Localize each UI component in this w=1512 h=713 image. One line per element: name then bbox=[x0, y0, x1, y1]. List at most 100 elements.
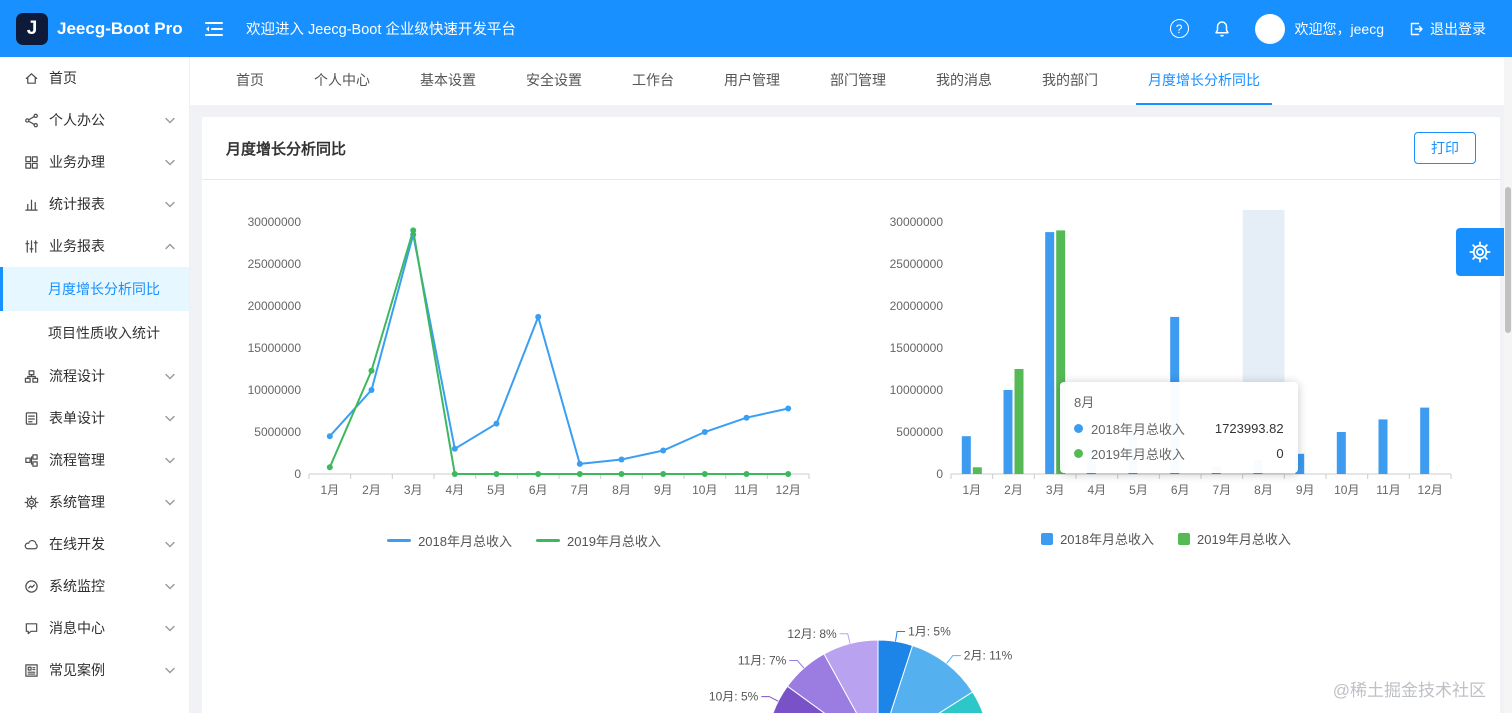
svg-text:5月: 5月 bbox=[487, 483, 506, 497]
sidebar-item-11[interactable]: 消息中心 bbox=[0, 607, 189, 649]
series-dot-icon bbox=[1074, 424, 1083, 433]
line-chart-legend: 2018年月总收入 2019年月总收入 bbox=[214, 529, 834, 550]
sidebar-item-4[interactable]: 业务报表 bbox=[0, 225, 189, 267]
sidebar-item-label: 系统监控 bbox=[49, 578, 105, 594]
legend-item[interactable]: 2018年月总收入 bbox=[387, 531, 512, 550]
tab-label: 安全设置 bbox=[526, 72, 582, 88]
sidebar-item-10[interactable]: 系统监控 bbox=[0, 565, 189, 607]
sidebar-item-label: 表单设计 bbox=[49, 410, 105, 426]
sidebar-item-3[interactable]: 统计报表 bbox=[0, 183, 189, 225]
svg-text:5000000: 5000000 bbox=[254, 425, 301, 439]
tab-6[interactable]: 部门管理 bbox=[818, 57, 898, 105]
svg-text:11月: 11月 bbox=[734, 483, 758, 497]
legend-label: 2018年月总收入 bbox=[418, 534, 512, 549]
scrollbar-thumb[interactable] bbox=[1505, 187, 1511, 333]
svg-text:30000000: 30000000 bbox=[890, 215, 944, 229]
message-icon bbox=[24, 621, 39, 636]
tooltip-series-name: 2018年月总收入 bbox=[1091, 422, 1185, 437]
sidebar-item-9[interactable]: 在线开发 bbox=[0, 523, 189, 565]
sidebar-item-7[interactable]: 流程管理 bbox=[0, 439, 189, 481]
svg-text:12月: 12月 bbox=[1418, 483, 1443, 497]
line-chart[interactable]: 0 5000000 10000000 15000000 20000000 25000000… bbox=[214, 204, 834, 550]
home-icon bbox=[24, 71, 39, 86]
svg-text:10月: 5%: 10月: 5% bbox=[709, 690, 759, 704]
sidebar-item-8[interactable]: 系统管理 bbox=[0, 481, 189, 523]
tooltip-value: 1723993.82 bbox=[1214, 421, 1284, 436]
tab-2[interactable]: 基本设置 bbox=[408, 57, 488, 105]
sidebar-subitem-4-1[interactable]: 项目性质收入统计 bbox=[0, 311, 189, 355]
tab-4[interactable]: 工作台 bbox=[620, 57, 686, 105]
tab-7[interactable]: 我的消息 bbox=[924, 57, 1004, 105]
svg-text:0: 0 bbox=[294, 467, 301, 481]
tab-3[interactable]: 安全设置 bbox=[514, 57, 594, 105]
svg-text:10000000: 10000000 bbox=[890, 383, 944, 397]
sidebar-item-5[interactable]: 流程设计 bbox=[0, 355, 189, 397]
svg-text:0: 0 bbox=[936, 467, 943, 481]
svg-text:6月: 6月 bbox=[529, 483, 548, 497]
legend-label: 2019年月总收入 bbox=[1197, 532, 1291, 547]
bar-chart-icon bbox=[24, 197, 39, 212]
sidebar-item-0[interactable]: 首页 bbox=[0, 57, 189, 99]
svg-text:2月: 2月 bbox=[362, 483, 381, 497]
sidebar-item-6[interactable]: 表单设计 bbox=[0, 397, 189, 439]
avatar[interactable] bbox=[1254, 13, 1285, 44]
tooltip-value: 0 bbox=[1276, 446, 1284, 461]
tooltip-series-name: 2019年月总收入 bbox=[1091, 447, 1185, 462]
app-logo[interactable]: J Jeecg-Boot Pro bbox=[0, 12, 190, 45]
sidebar-item-12[interactable]: 常见案例 bbox=[0, 649, 189, 691]
chevron-down-icon bbox=[165, 415, 175, 422]
content-area: 月度增长分析同比 打印 0 5000000 10000000 15000000 2000… bbox=[190, 105, 1512, 713]
chevron-down-icon bbox=[165, 667, 175, 674]
legend-item[interactable]: 2019年月总收入 bbox=[1178, 529, 1291, 548]
sidebar-item-2[interactable]: 业务办理 bbox=[0, 141, 189, 183]
sidebar-subitem-label: 月度增长分析同比 bbox=[48, 281, 160, 297]
sidebar-item-label: 系统管理 bbox=[49, 494, 105, 510]
chevron-down-icon bbox=[165, 457, 175, 464]
pie-chart[interactable]: 1月: 5% 2月: 11% 10月: 5% 11月: 7% 12月: 8% bbox=[600, 616, 1160, 713]
tab-8[interactable]: 我的部门 bbox=[1030, 57, 1110, 105]
tooltip-row: 2018年月总收入 1723993.82 bbox=[1074, 419, 1284, 438]
svg-text:10月: 10月 bbox=[1334, 483, 1359, 497]
sidebar-item-label: 业务报表 bbox=[49, 238, 105, 254]
legend-marker bbox=[387, 539, 412, 542]
tab-label: 基本设置 bbox=[420, 72, 476, 88]
block-icon bbox=[24, 663, 39, 678]
menu-fold-icon[interactable] bbox=[204, 20, 224, 38]
sidebar-item-label: 首页 bbox=[49, 70, 77, 86]
tab-0[interactable]: 首页 bbox=[224, 57, 276, 105]
svg-text:12月: 12月 bbox=[776, 483, 801, 497]
logout-button[interactable]: 退出登录 bbox=[1408, 19, 1486, 39]
sidebar-item-label: 个人办公 bbox=[49, 112, 105, 128]
svg-text:1月: 1月 bbox=[320, 483, 339, 497]
svg-text:7月: 7月 bbox=[570, 483, 589, 497]
bell-icon[interactable] bbox=[1213, 20, 1231, 38]
tab-5[interactable]: 用户管理 bbox=[712, 57, 792, 105]
tab-9[interactable]: 月度增长分析同比 bbox=[1136, 57, 1272, 105]
sidebar-item-1[interactable]: 个人办公 bbox=[0, 99, 189, 141]
print-button[interactable]: 打印 bbox=[1414, 132, 1476, 164]
tab-label: 部门管理 bbox=[830, 72, 886, 88]
bar-chart[interactable]: 0 5000000 10000000 15000000 20000000 25000000… bbox=[856, 204, 1476, 550]
theme-settings-button[interactable] bbox=[1456, 228, 1504, 276]
tab-label: 个人中心 bbox=[314, 72, 370, 88]
scrollbar-track[interactable] bbox=[1504, 57, 1512, 713]
legend-item[interactable]: 2019年月总收入 bbox=[536, 531, 661, 550]
tab-label: 我的部门 bbox=[1042, 72, 1098, 88]
svg-text:15000000: 15000000 bbox=[248, 341, 302, 355]
legend-label: 2019年月总收入 bbox=[567, 534, 661, 549]
svg-text:12月: 8%: 12月: 8% bbox=[787, 627, 837, 641]
sidebar-item-label: 统计报表 bbox=[49, 196, 105, 212]
svg-text:25000000: 25000000 bbox=[890, 257, 944, 271]
chevron-down-icon bbox=[165, 541, 175, 548]
sidebar-subitem-4-0[interactable]: 月度增长分析同比 bbox=[0, 267, 189, 311]
help-icon[interactable]: ? bbox=[1169, 19, 1189, 38]
chevron-down-icon bbox=[165, 201, 175, 208]
tab-1[interactable]: 个人中心 bbox=[302, 57, 382, 105]
svg-text:3月: 3月 bbox=[1046, 483, 1065, 497]
legend-item[interactable]: 2018年月总收入 bbox=[1041, 529, 1154, 548]
chevron-up-icon bbox=[165, 243, 175, 250]
svg-text:5000000: 5000000 bbox=[896, 425, 943, 439]
svg-text:4月: 4月 bbox=[1087, 483, 1106, 497]
user-menu[interactable]: 欢迎您，jeecg bbox=[1254, 13, 1384, 44]
series-dot-icon bbox=[1074, 449, 1083, 458]
